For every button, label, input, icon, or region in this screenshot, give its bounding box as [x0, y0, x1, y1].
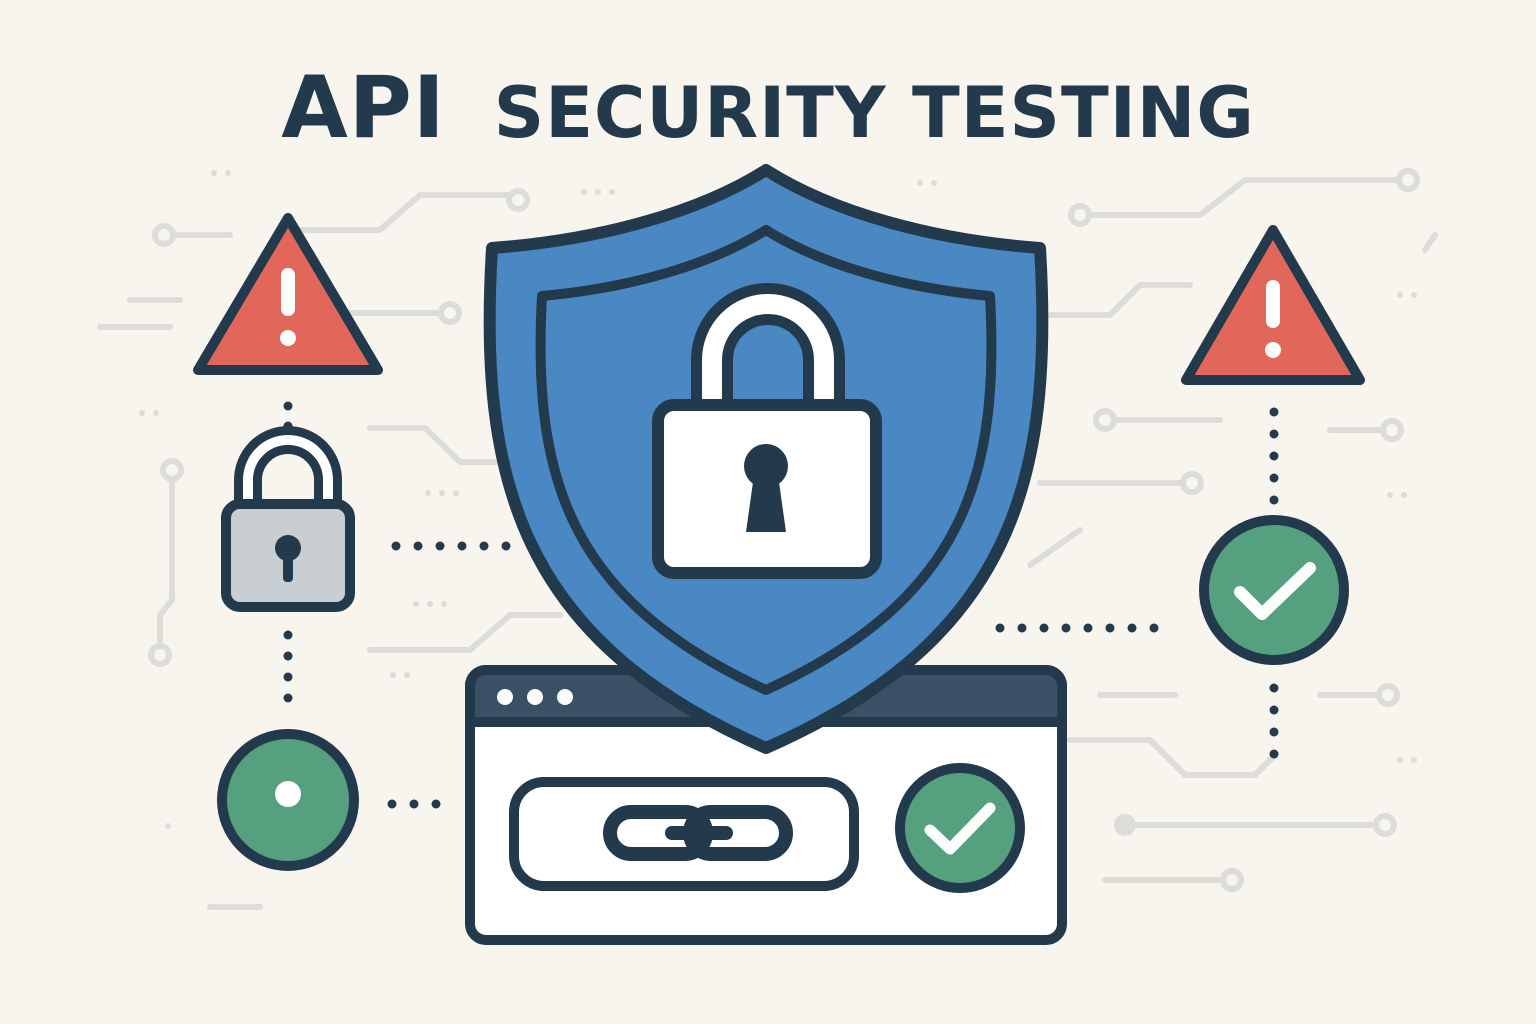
warning-triangle-icon-right [1181, 225, 1365, 385]
warning-triangle-icon-left [193, 213, 383, 375]
status-dot-icon [217, 729, 359, 871]
illustration [97, 164, 1438, 945]
check-circle-icon-right [1199, 515, 1349, 665]
small-padlock-icon [221, 426, 355, 612]
check-circle-icon-window [895, 763, 1025, 893]
